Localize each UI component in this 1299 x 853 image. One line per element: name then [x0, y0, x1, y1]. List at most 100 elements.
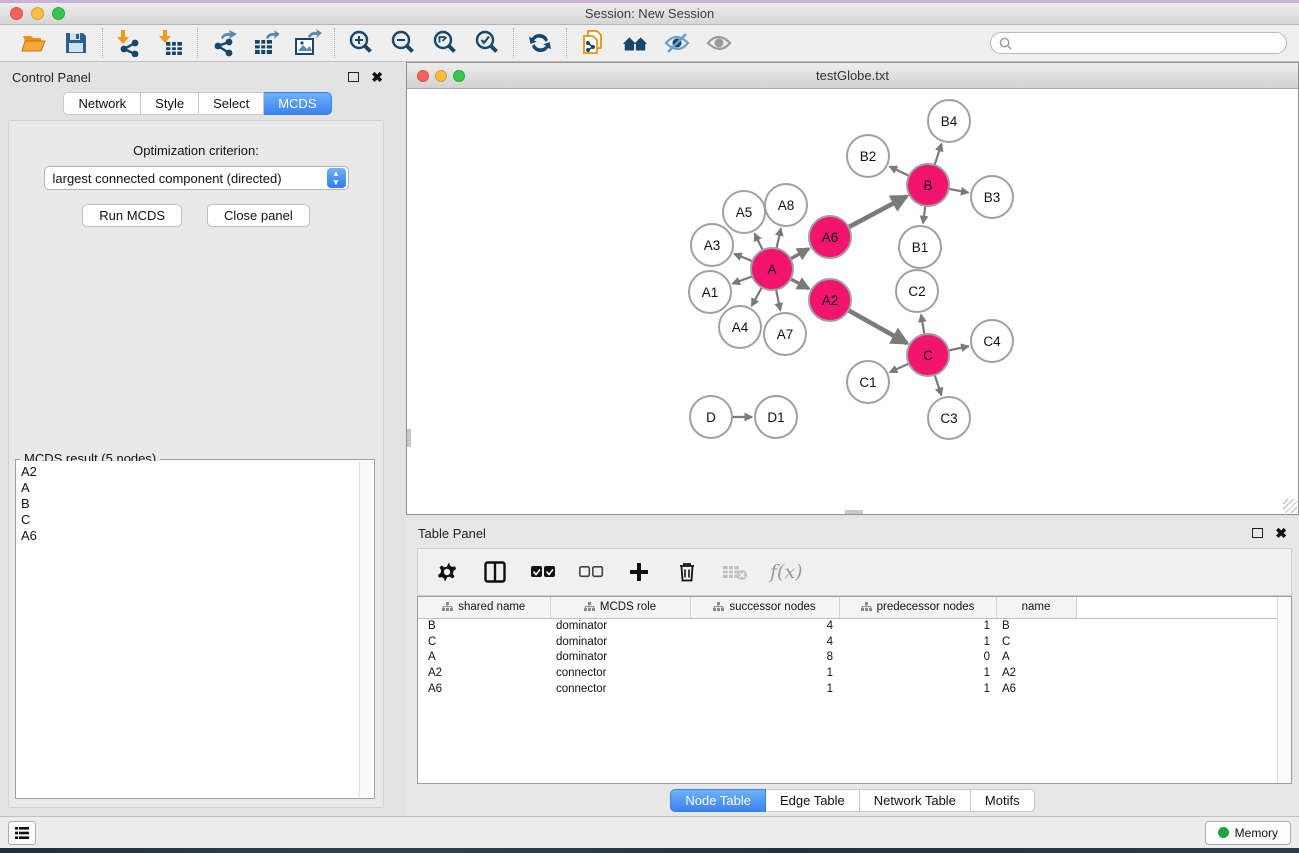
tab-mcds[interactable]: MCDS [264, 92, 331, 115]
delete-column-icon[interactable] [674, 559, 700, 585]
graph-edge-A-A5[interactable] [755, 234, 763, 251]
export-network-icon[interactable] [210, 29, 238, 57]
graph-node-A[interactable]: A [751, 248, 793, 290]
table-scrollbar[interactable] [1277, 597, 1291, 783]
graph-node-C2[interactable]: C2 [896, 270, 938, 312]
tab-network[interactable]: Network [63, 92, 141, 115]
show-all-icon[interactable] [705, 29, 733, 57]
graph-node-D1[interactable]: D1 [755, 396, 797, 438]
create-column-icon[interactable] [626, 559, 652, 585]
graph-node-B[interactable]: B [907, 164, 949, 206]
new-network-from-selection-icon[interactable] [579, 29, 607, 57]
column-header[interactable]: predecessor nodes [839, 597, 996, 618]
window-resize-grip[interactable] [1283, 499, 1297, 513]
export-image-icon[interactable] [294, 29, 322, 57]
table-row[interactable]: Cdominator41C [418, 634, 1291, 650]
close-table-panel-icon[interactable]: ✖ [1275, 528, 1287, 538]
graph-node-A4[interactable]: A4 [719, 306, 761, 348]
graph-edge-A-A8[interactable] [776, 228, 780, 248]
column-header[interactable]: successor nodes [690, 597, 839, 618]
tab-motifs[interactable]: Motifs [971, 789, 1035, 812]
canvas-vertical-scrollbar[interactable] [407, 429, 411, 447]
graph-edge-A2-C[interactable] [848, 310, 907, 343]
zoom-fit-icon[interactable] [431, 29, 459, 57]
table-row[interactable]: A6connector11A6 [418, 681, 1291, 697]
mcds-result-item[interactable]: A2 [21, 464, 355, 480]
column-header[interactable]: MCDS role [550, 597, 690, 618]
select-all-icon[interactable] [530, 559, 556, 585]
optimization-criterion-select[interactable]: largest connected component (directed) ▲… [44, 166, 349, 190]
zoom-out-icon[interactable] [389, 29, 417, 57]
table-mode-gear-icon[interactable] [434, 559, 460, 585]
graph-edge-C-C4[interactable] [949, 346, 969, 350]
save-session-icon[interactable] [62, 29, 90, 57]
close-panel-icon[interactable]: ✖ [371, 72, 383, 82]
zoom-in-icon[interactable] [347, 29, 375, 57]
result-scrollbar[interactable] [359, 461, 373, 797]
graph-edge-B-B3[interactable] [949, 189, 969, 193]
graph-node-B3[interactable]: B3 [971, 176, 1013, 218]
graph-edge-A-A2[interactable] [791, 279, 809, 289]
graph-edge-C-C2[interactable] [921, 315, 924, 335]
deselect-all-icon[interactable] [578, 559, 604, 585]
graph-edge-C-C1[interactable] [890, 364, 909, 373]
graph-node-A3[interactable]: A3 [691, 224, 733, 266]
apply-layout-icon[interactable] [526, 29, 554, 57]
toggle-panels-icon[interactable] [8, 821, 36, 845]
float-table-panel-icon[interactable] [1252, 528, 1263, 538]
tab-style[interactable]: Style [141, 92, 199, 115]
graph-edge-B-B2[interactable] [890, 166, 909, 175]
mcds-result-item[interactable]: A6 [21, 528, 355, 544]
search-field[interactable] [990, 32, 1287, 54]
graph-edge-A-A6[interactable] [790, 249, 809, 259]
graph-edge-A-A7[interactable] [776, 290, 780, 311]
graph-edge-A-A4[interactable] [752, 287, 762, 306]
import-table-icon[interactable] [157, 29, 185, 57]
graph-node-B1[interactable]: B1 [899, 226, 941, 268]
open-session-icon[interactable] [20, 29, 48, 57]
graph-node-C3[interactable]: C3 [928, 397, 970, 439]
table-row[interactable]: Adominator80A [418, 650, 1291, 666]
canvas-horizontal-scrollbar[interactable] [845, 510, 863, 514]
export-table-icon[interactable] [252, 29, 280, 57]
column-header[interactable]: shared name [418, 597, 550, 618]
mcds-result-item[interactable]: A [21, 480, 355, 496]
mcds-result-item[interactable]: B [21, 496, 355, 512]
graph-node-A2[interactable]: A2 [809, 279, 851, 321]
tab-network-table[interactable]: Network Table [860, 789, 971, 812]
node-table[interactable]: shared nameMCDS rolesuccessor nodesprede… [417, 596, 1292, 784]
graph-edge-A-A3[interactable] [734, 254, 752, 261]
graph-node-C4[interactable]: C4 [971, 320, 1013, 362]
run-mcds-button[interactable]: Run MCDS [82, 204, 182, 227]
search-input[interactable] [1017, 36, 1278, 50]
tab-select[interactable]: Select [199, 92, 264, 115]
graph-edge-A6-B[interactable] [849, 196, 907, 227]
graph-edge-B-B1[interactable] [923, 206, 925, 223]
memory-button[interactable]: Memory [1205, 821, 1291, 845]
mcds-result-list[interactable]: A2ABCA6 [17, 461, 359, 797]
float-panel-icon[interactable] [348, 72, 359, 82]
zoom-selected-icon[interactable] [473, 29, 501, 57]
mcds-result-item[interactable]: C [21, 512, 355, 528]
graph-edge-B-B4[interactable] [935, 144, 942, 165]
show-columns-icon[interactable] [482, 559, 508, 585]
graph-node-C1[interactable]: C1 [847, 361, 889, 403]
first-neighbors-icon[interactable] [621, 29, 649, 57]
graph-node-A1[interactable]: A1 [689, 271, 731, 313]
hide-selection-icon[interactable] [663, 29, 691, 57]
tab-edge-table[interactable]: Edge Table [766, 789, 860, 812]
graph-node-D[interactable]: D [690, 396, 732, 438]
graph-edge-C-C3[interactable] [935, 375, 942, 395]
graph-node-B2[interactable]: B2 [847, 135, 889, 177]
tab-node-table[interactable]: Node Table [670, 789, 766, 812]
graph-node-B4[interactable]: B4 [928, 100, 970, 142]
graph-node-A5[interactable]: A5 [723, 191, 765, 233]
graph-node-C[interactable]: C [907, 334, 949, 376]
network-window-titlebar[interactable]: testGlobe.txt [407, 63, 1298, 89]
import-network-icon[interactable] [115, 29, 143, 57]
graph-edge-A-A1[interactable] [733, 276, 753, 283]
table-row[interactable]: A2connector11A2 [418, 665, 1291, 681]
graph-node-A6[interactable]: A6 [809, 216, 851, 258]
network-canvas[interactable]: B4B2BB3A5A8A6A3B1AA1C2A2A4A7C4CC1C3DD1 [407, 89, 1298, 514]
main-titlebar[interactable]: Session: New Session [0, 3, 1299, 25]
